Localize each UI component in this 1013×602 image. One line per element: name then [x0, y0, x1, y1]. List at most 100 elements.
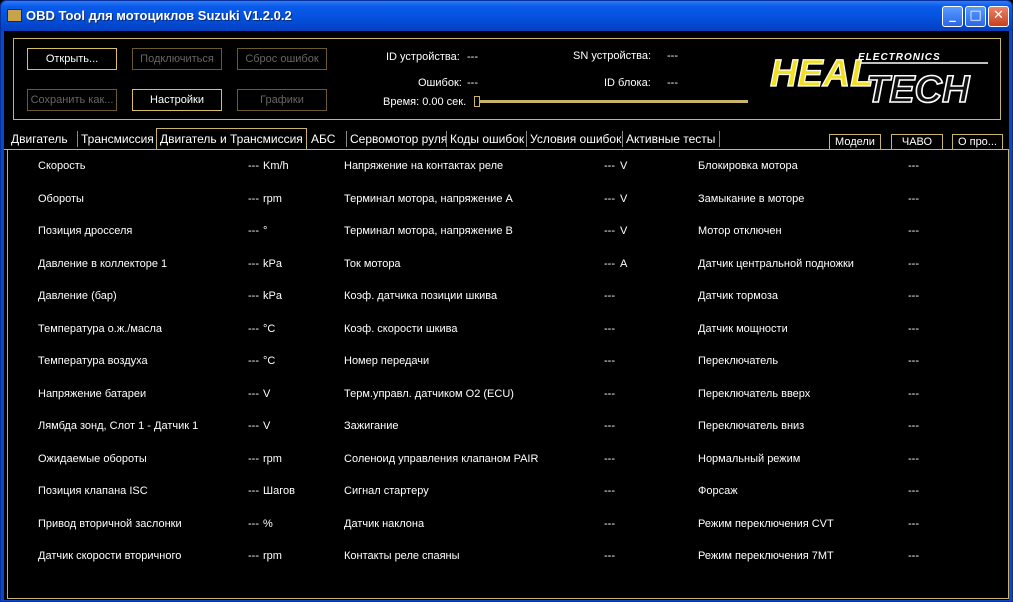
param-unit: % — [263, 518, 273, 530]
param-label: Температура о.ж./масла — [38, 323, 163, 335]
param-value: --- — [248, 518, 259, 530]
param-value: --- — [248, 225, 259, 237]
time-slider-thumb[interactable] — [474, 96, 480, 107]
param-value: --- — [604, 225, 615, 237]
param-value: --- — [604, 518, 615, 530]
settings-button[interactable]: Настройки — [132, 89, 222, 111]
about-button[interactable]: О про... — [952, 134, 1003, 150]
param-value: --- — [604, 420, 615, 432]
param-label: Датчик скорости вторичного — [38, 550, 182, 562]
tab-4[interactable]: Сервомотор руля — [350, 130, 447, 148]
tab-6[interactable]: Условия ошибок — [530, 130, 621, 148]
tab-2[interactable]: Двигатель и Трансмиссия — [156, 128, 307, 149]
param-label: Коэф. датчика позиции шкива — [344, 290, 498, 302]
param-unit: kPa — [263, 258, 282, 270]
param-value: --- — [908, 485, 919, 497]
param-value: --- — [908, 420, 919, 432]
param-unit: V — [620, 193, 628, 205]
healtech-logo: ELECTRONICS HEAL TECH — [769, 52, 988, 108]
param-unit: rpm — [263, 453, 282, 465]
client-area: Открыть... Подключиться Сброс ошибок Сох… — [4, 31, 1009, 600]
param-unit: V — [263, 420, 271, 432]
open-button[interactable]: Открыть... — [27, 48, 117, 70]
param-value: --- — [248, 160, 259, 172]
param-label: Переключатель вниз — [698, 420, 805, 432]
param-value: --- — [604, 258, 615, 270]
app-icon[interactable] — [7, 9, 22, 22]
param-label: Соленоид управления клапаном PAIR — [344, 453, 539, 465]
param-label: Напряжение на контактах реле — [344, 160, 504, 172]
param-value: --- — [248, 420, 259, 432]
param-label: Мотор отключен — [698, 225, 782, 237]
param-label: Ожидаемые обороты — [38, 453, 147, 465]
block-id-label: ID блока: — [604, 77, 651, 89]
param-unit: V — [263, 388, 271, 400]
tab-0[interactable]: Двигатель — [11, 130, 68, 148]
tab-separator — [446, 131, 447, 147]
param-value: --- — [604, 355, 615, 367]
param-label: Терм.управл. датчиком O2 (ECU) — [344, 388, 514, 400]
param-unit: Шагов — [263, 485, 295, 497]
time-slider-track[interactable] — [476, 100, 748, 103]
param-value: --- — [908, 258, 919, 270]
tab-3[interactable]: АБС — [311, 130, 335, 148]
window-title: OBD Tool для мотоциклов Suzuki V1.2.0.2 — [26, 8, 292, 23]
param-value: --- — [248, 550, 259, 562]
param-value: --- — [604, 193, 615, 205]
tab-separator — [526, 131, 527, 147]
param-value: --- — [248, 258, 259, 270]
errors-label: Ошибок: — [418, 77, 462, 89]
param-label: Датчик наклона — [344, 518, 425, 530]
param-value: --- — [248, 290, 259, 302]
tab-separator — [719, 131, 720, 147]
param-unit: °C — [263, 355, 276, 367]
block-id-value: --- — [667, 77, 678, 89]
faq-button[interactable]: ЧАВО — [891, 134, 943, 150]
graphs-button[interactable]: Графики — [237, 89, 327, 111]
params-panel: Скорость --- Km/h Обороты --- rpm Позиция дрос… — [7, 150, 1009, 599]
param-label: Форсаж — [698, 485, 738, 497]
param-value: --- — [248, 355, 259, 367]
param-label: Датчик тормоза — [698, 290, 778, 302]
reset-errors-button[interactable]: Сброс ошибок — [237, 48, 327, 70]
param-value: --- — [908, 518, 919, 530]
tab-separator — [77, 131, 78, 147]
param-unit: kPa — [263, 290, 282, 302]
param-value: --- — [604, 453, 615, 465]
tab-1[interactable]: Трансмиссия — [81, 130, 154, 148]
param-label: Сигнал стартеру — [344, 485, 429, 497]
tab-7[interactable]: Активные тесты — [626, 130, 715, 148]
title-bar[interactable]: OBD Tool для мотоциклов Suzuki V1.2.0.2 … — [1, 1, 1012, 31]
param-unit: V — [620, 160, 628, 172]
models-button[interactable]: Модели — [829, 134, 881, 150]
tab-5[interactable]: Коды ошибок — [450, 130, 524, 148]
top-panel: Открыть... Подключиться Сброс ошибок Сох… — [13, 38, 1001, 120]
param-unit: rpm — [263, 550, 282, 562]
param-value: --- — [908, 290, 919, 302]
param-label: Контакты реле спаяны — [344, 550, 460, 562]
param-label: Терминал мотора, напряжение B — [344, 225, 513, 237]
param-value: --- — [908, 323, 919, 335]
param-value: --- — [604, 290, 615, 302]
param-label: Переключатель вверх — [698, 388, 811, 400]
connect-button[interactable]: Подключиться — [132, 48, 222, 70]
param-label: Температура воздуха — [38, 355, 148, 367]
device-id-label: ID устройства: — [386, 51, 460, 63]
param-label: Обороты — [38, 193, 84, 205]
device-sn-value: --- — [667, 50, 678, 62]
save-as-button[interactable]: Сохранить как... — [27, 89, 117, 111]
param-value: --- — [248, 323, 259, 335]
param-value: --- — [604, 485, 615, 497]
errors-value: --- — [467, 77, 478, 89]
close-button[interactable]: ✕ — [988, 6, 1009, 27]
param-label: Ток мотора — [344, 258, 401, 270]
maximize-button[interactable]: □ — [965, 6, 986, 27]
param-value: --- — [248, 193, 259, 205]
app-window: OBD Tool для мотоциклов Suzuki V1.2.0.2 … — [0, 0, 1013, 602]
param-label: Режим переключения CVT — [698, 518, 834, 530]
minimize-button[interactable]: _ — [942, 6, 963, 27]
param-value: --- — [248, 485, 259, 497]
param-label: Скорость — [38, 160, 86, 172]
param-unit: A — [620, 258, 628, 270]
param-value: --- — [604, 388, 615, 400]
